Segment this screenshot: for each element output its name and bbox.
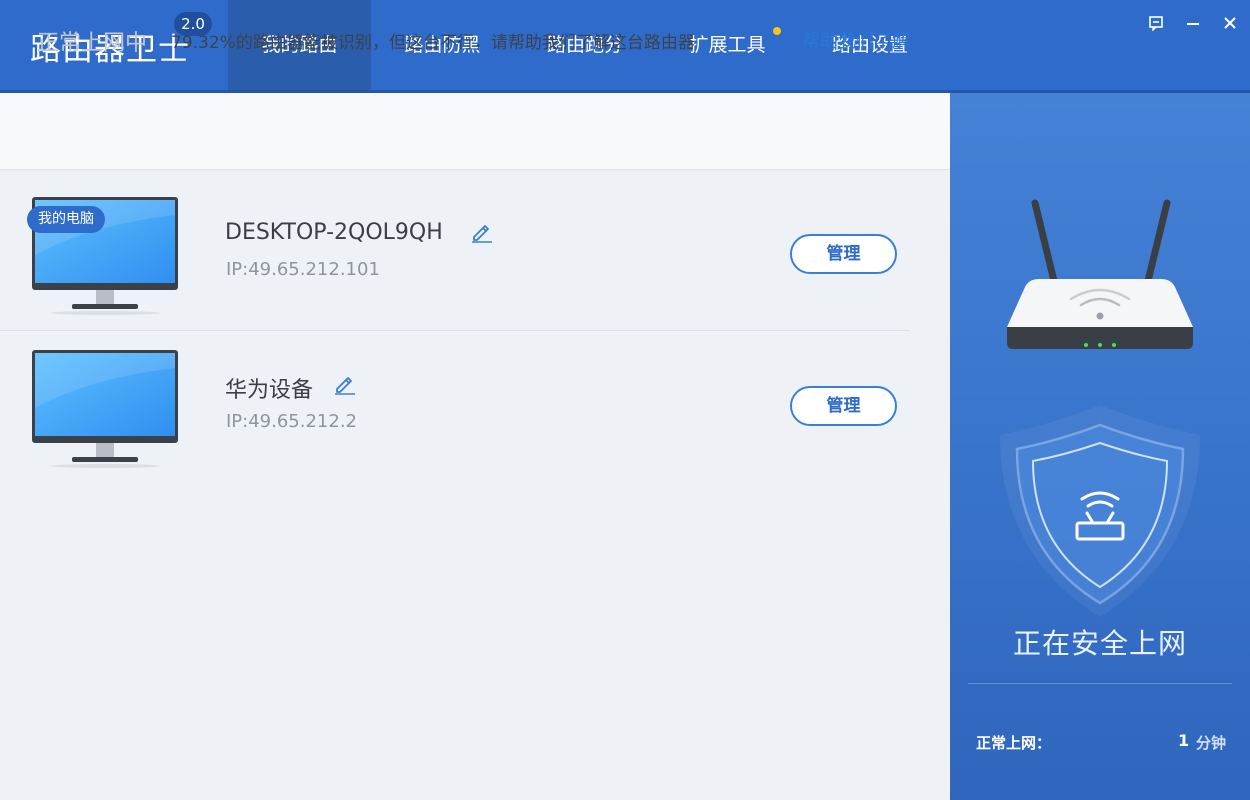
feedback-icon[interactable] <box>1145 12 1167 34</box>
edit-icon[interactable] <box>470 219 494 243</box>
my-computer-badge: 我的电脑 <box>27 206 105 233</box>
notification-dot <box>773 27 781 35</box>
notice-bar <box>0 93 950 170</box>
edit-icon[interactable] <box>333 371 357 395</box>
notice-message: 79.32%的路由器能被识别，但这台不行，请帮助我们了解这台路由器 <box>171 33 695 53</box>
manage-button[interactable]: 管理 <box>790 386 897 426</box>
uptime-label: 正常上网： <box>976 734 1052 752</box>
router-icon <box>1007 199 1193 349</box>
device-name: 华为设备 <box>225 378 314 403</box>
uptime-value: 1 <box>1178 731 1190 750</box>
help-us-link[interactable]: 帮助我们了解 <box>802 27 910 53</box>
monitor-icon <box>32 350 178 468</box>
uptime-unit: 分钟 <box>1196 734 1227 752</box>
device-name: DESKTOP-2QOL9QH <box>225 220 443 245</box>
panel-divider <box>968 683 1232 684</box>
connection-status: 正常上网中 <box>37 31 148 56</box>
minimize-icon[interactable] <box>1182 12 1204 34</box>
device-ip: IP:49.65.212.2 <box>226 411 358 432</box>
device-ip: IP:49.65.212.101 <box>226 259 380 280</box>
safe-status: 正在安全上网 <box>1012 627 1187 660</box>
close-icon[interactable] <box>1219 12 1241 34</box>
manage-button[interactable]: 管理 <box>790 234 897 274</box>
shield-icon <box>1000 405 1200 617</box>
